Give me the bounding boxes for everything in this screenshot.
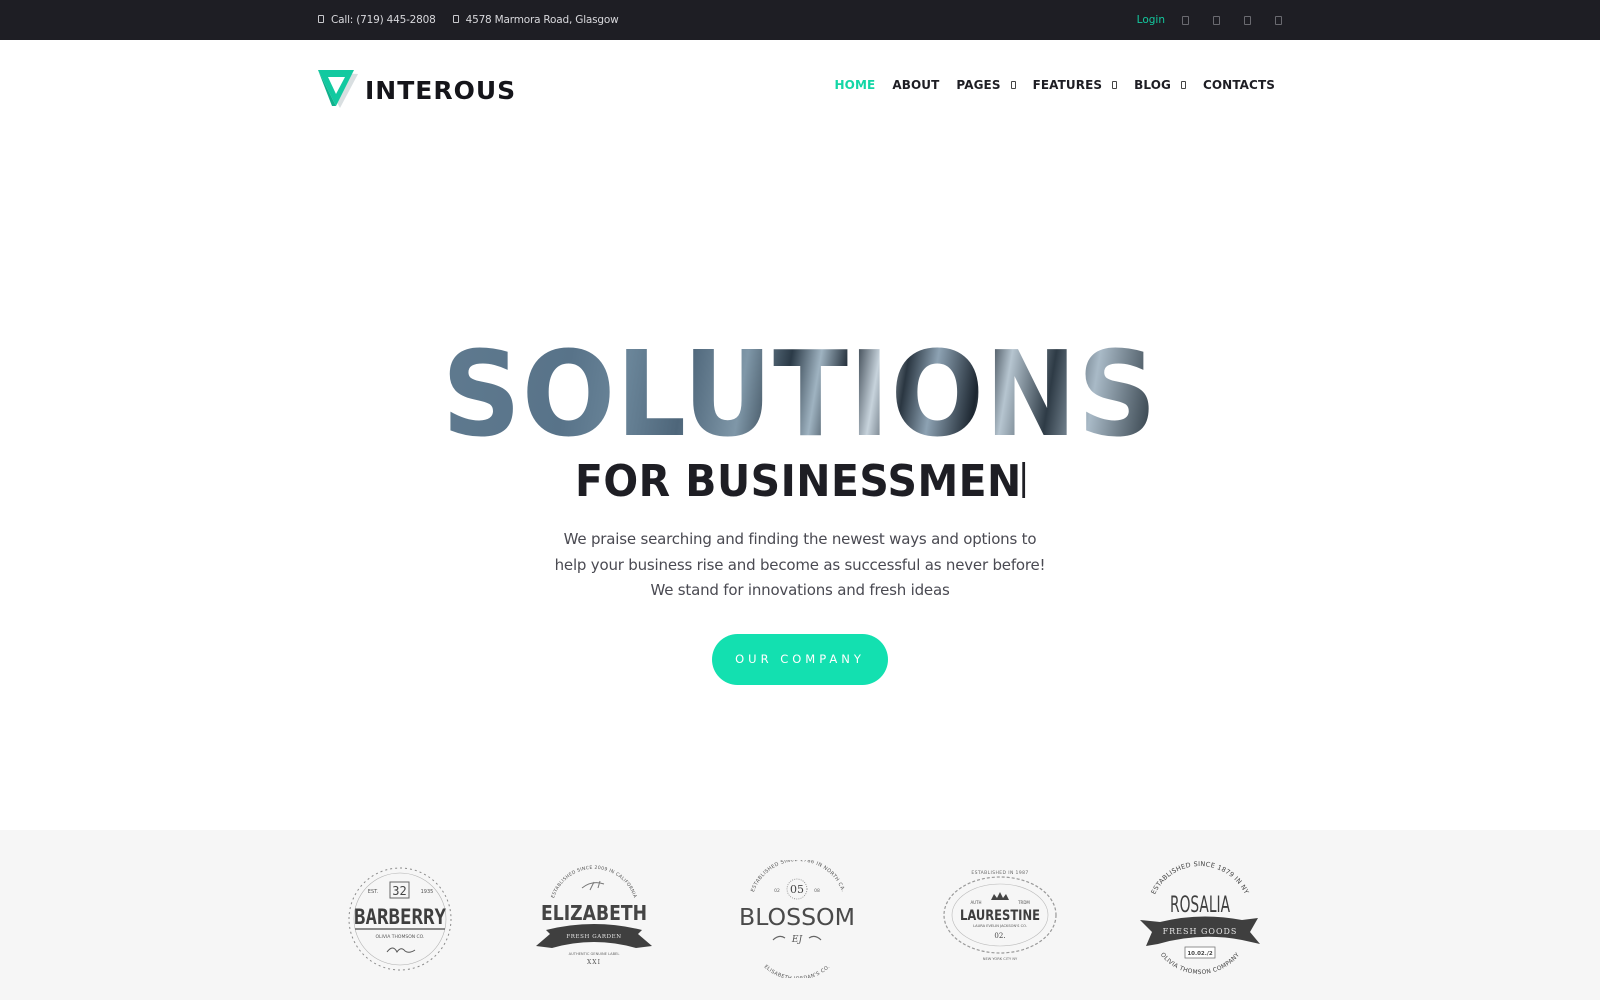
laurestine-sub: LAURA EVELIN JACKSON'S CO. xyxy=(973,924,1027,928)
rosalia-arc-text: ESTABLISHED SINCE 1879 IN NY xyxy=(1149,860,1250,896)
hero-subtitle-text: FOR BUSINESSMEN xyxy=(574,456,1022,507)
hero-title: SOLUTIONS xyxy=(442,325,1158,463)
typing-cursor xyxy=(1022,462,1026,498)
nav-blog-label: BLOG xyxy=(1134,78,1171,92)
facebook-icon[interactable] xyxy=(1182,15,1189,25)
logo-triangle-icon xyxy=(318,70,360,110)
nav-about-label: ABOUT xyxy=(892,78,940,92)
nav-pages[interactable]: PAGES xyxy=(956,78,1016,92)
phone-info: Call: (719) 445-2808 xyxy=(318,14,436,26)
laurestine-right-tag: TRDM xyxy=(1017,900,1030,905)
elizabeth-name: ELIZABETH xyxy=(541,901,647,925)
client-logo-rosalia[interactable]: ESTABLISHED SINCE 1879 IN NY ROSALIA FRE… xyxy=(1138,860,1263,978)
chevron-down-icon xyxy=(1112,81,1118,89)
site-logo[interactable]: INTEROUS xyxy=(318,70,516,110)
laurestine-arc-text: ESTABLISHED IN 1987 xyxy=(971,870,1028,876)
barberry-left-tag: EST. xyxy=(368,889,379,895)
instagram-icon[interactable] xyxy=(1275,15,1282,25)
laurestine-left-tag: AUTH xyxy=(970,900,981,905)
elizabeth-foot: XXI xyxy=(587,959,601,966)
hero-subtitle: FOR BUSINESSMEN xyxy=(575,456,1026,507)
login-link[interactable]: Login xyxy=(1137,14,1165,26)
address-info: 4578 Marmora Road, Glasgow xyxy=(452,14,619,26)
elizabeth-ribbon: FRESH GARDEN xyxy=(566,934,621,940)
twitter-icon[interactable] xyxy=(1213,15,1220,25)
map-marker-icon xyxy=(452,15,459,23)
nav-contacts[interactable]: CONTACTS xyxy=(1203,78,1275,92)
blossom-number: 05 xyxy=(790,883,804,896)
rosalia-name: ROSALIA xyxy=(1170,893,1230,918)
main-nav: HOME ABOUT PAGES FEATURES BLOG CONTACTS xyxy=(818,78,1275,92)
hero-description: We praise searching and finding the newe… xyxy=(554,530,1046,599)
blossom-right-tag: 08 xyxy=(814,888,820,894)
nav-about[interactable]: ABOUT xyxy=(892,78,939,92)
phone-text: Call: (719) 445-2808 xyxy=(331,14,436,26)
client-logo-elizabeth[interactable]: ESTABLISHED SINCE 2009 IN CALIFORNIA ELI… xyxy=(532,860,656,978)
logo-text: INTEROUS xyxy=(365,75,517,105)
phone-icon xyxy=(318,15,324,23)
nav-features[interactable]: FEATURES xyxy=(1033,78,1118,92)
barberry-right-tag: 1935 xyxy=(421,889,434,895)
barberry-number: 32 xyxy=(392,884,406,898)
svg-text:ESTABLISHED SINCE 1879 IN NY: ESTABLISHED SINCE 1879 IN NY xyxy=(1149,860,1250,896)
google-plus-icon[interactable] xyxy=(1244,15,1251,25)
elizabeth-sub: AUTHENTIC GENUINE LABEL xyxy=(569,952,620,956)
rosalia-ribbon: FRESH GOODS xyxy=(1163,927,1238,936)
client-logo-barberry[interactable]: 32 EST. 1935 BARBERRY OLIVIA THOMSON CO. xyxy=(335,860,465,978)
laurestine-name: LAURESTINE xyxy=(960,908,1040,924)
laurestine-number: 02. xyxy=(994,932,1005,940)
nav-contacts-label: CONTACTS xyxy=(1202,78,1275,92)
chevron-down-icon xyxy=(1180,81,1186,89)
address-text: 4578 Marmora Road, Glasgow xyxy=(465,14,619,26)
nav-blog[interactable]: BLOG xyxy=(1134,78,1186,92)
nav-home[interactable]: HOME xyxy=(835,78,876,92)
blossom-sub: ELISABETH JORDAN'S CO. xyxy=(763,964,831,978)
svg-text:ELISABETH JORDAN'S CO.: ELISABETH JORDAN'S CO. xyxy=(763,964,832,978)
nav-pages-label: PAGES xyxy=(956,78,1001,92)
blossom-name: BLOSSOM xyxy=(739,905,855,931)
our-company-button[interactable]: OUR COMPANY xyxy=(712,633,888,685)
chevron-down-icon xyxy=(1010,81,1016,89)
laurestine-foot: NEW YORK CITY NY xyxy=(983,957,1018,961)
blossom-monogram: EJ xyxy=(791,935,804,945)
clients-strip: 32 EST. 1935 BARBERRY OLIVIA THOMSON CO.… xyxy=(0,830,1600,1000)
blossom-left-tag: 02 xyxy=(774,888,780,894)
barberry-name: BARBERRY xyxy=(354,905,446,929)
barberry-sub: OLIVIA THOMSON CO. xyxy=(376,934,425,940)
hero-section: SOLUTIONS FOR BUSINESSMEN We praise sear… xyxy=(0,325,1600,685)
nav-home-label: HOME xyxy=(834,78,876,92)
nav-features-label: FEATURES xyxy=(1032,78,1103,92)
top-bar: Call: (719) 445-2808 4578 Marmora Road, … xyxy=(0,0,1600,40)
rosalia-number: 10.02./2 xyxy=(1187,951,1212,957)
client-logo-laurestine[interactable]: ESTABLISHED IN 1987 AUTH TRDM LAURESTINE… xyxy=(938,860,1063,978)
client-logo-blossom[interactable]: ESTABLISHED SINCE 1786 IN NORTH CA. 05 0… xyxy=(735,860,860,978)
